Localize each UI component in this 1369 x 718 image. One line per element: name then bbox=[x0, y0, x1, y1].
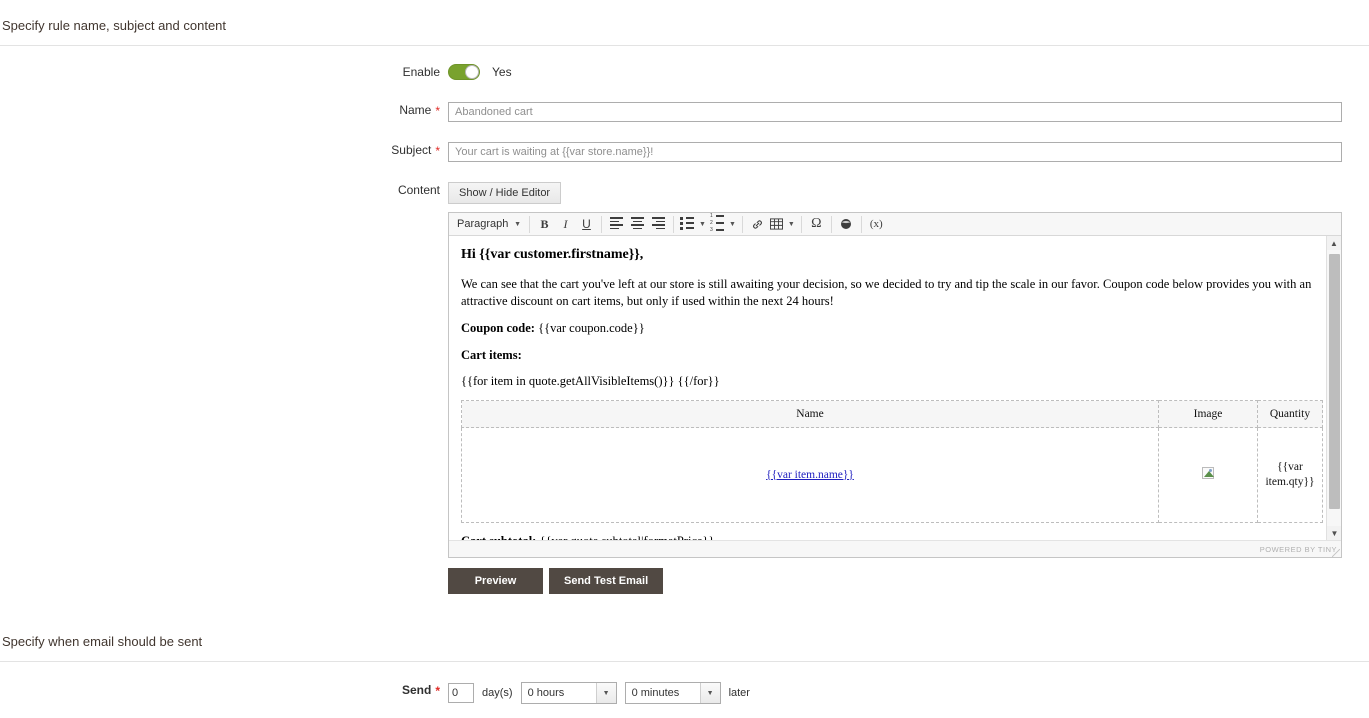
send-days-unit: day(s) bbox=[482, 687, 513, 699]
name-label: Name * bbox=[0, 102, 448, 119]
coupon-value: {{var coupon.code}} bbox=[534, 320, 645, 335]
italic-icon[interactable]: I bbox=[555, 215, 576, 234]
style-select[interactable]: Paragraph ▼ bbox=[451, 215, 525, 234]
toggle-knob bbox=[465, 65, 479, 79]
broken-image-icon bbox=[1202, 466, 1214, 479]
editor-powered-by: POWERED BY TINY bbox=[1259, 544, 1337, 554]
send-days-input[interactable] bbox=[448, 683, 474, 703]
table-icon[interactable]: ▼ bbox=[768, 215, 797, 234]
scroll-up-arrow-icon[interactable]: ▲ bbox=[1327, 236, 1341, 250]
subject-required-mark: * bbox=[435, 143, 440, 158]
align-center-icon[interactable] bbox=[627, 215, 648, 234]
item-name-link[interactable]: {{var item.name}} bbox=[766, 469, 854, 481]
content-label: Content bbox=[397, 183, 440, 197]
toolbar-divider bbox=[830, 215, 832, 233]
numbered-list-icon[interactable]: 1 2 3 ▼ bbox=[708, 213, 738, 234]
table-header-name: Name bbox=[461, 400, 1159, 429]
table-row: {{var item.name}} {{var item.qty}} bbox=[461, 427, 1323, 524]
widget-icon[interactable] bbox=[836, 215, 857, 234]
email-for-loop: {{for item in quote.getAllVisibleItems()… bbox=[461, 374, 720, 389]
chevron-down-icon: ▼ bbox=[514, 220, 521, 228]
email-paragraph: We can see that the cart you've left at … bbox=[461, 276, 1312, 308]
editor-body[interactable]: Hi {{var customer.firstname}}, We can se… bbox=[449, 236, 1341, 540]
chevron-down-icon: ▼ bbox=[699, 220, 706, 228]
show-hide-editor-button[interactable]: Show / Hide Editor bbox=[448, 182, 562, 204]
cart-items-table: Name Image Quantity {{var item.name}} {{… bbox=[461, 400, 1323, 524]
table-header-quantity: Quantity bbox=[1257, 400, 1323, 429]
send-label-text: Send bbox=[401, 683, 432, 697]
preview-button[interactable]: Preview bbox=[448, 568, 543, 594]
email-subtotal-line: Cart subtotal: {{var quote.subtotal|form… bbox=[461, 533, 1317, 540]
form-row-enable: Enable Yes bbox=[0, 64, 1369, 80]
variable-icon[interactable]: (x) bbox=[866, 215, 887, 234]
editor-scrollbar[interactable]: ▲ ▼ bbox=[1326, 236, 1341, 540]
editor-status-bar: POWERED BY TINY bbox=[449, 540, 1341, 557]
scrollbar-thumb[interactable] bbox=[1329, 254, 1340, 509]
section-header-schedule: Specify when email should be sent bbox=[0, 616, 1369, 662]
section-header-content: Specify rule name, subject and content bbox=[0, 0, 1369, 46]
bold-icon[interactable]: B bbox=[534, 215, 555, 234]
align-right-icon[interactable] bbox=[648, 215, 669, 234]
subject-label-text: Subject bbox=[391, 143, 432, 157]
send-hours-value: 0 hours bbox=[527, 687, 565, 699]
chevron-down-icon: ▼ bbox=[787, 220, 795, 228]
name-input[interactable] bbox=[448, 102, 1342, 122]
enable-toggle-wrap: Yes bbox=[448, 64, 1369, 80]
email-coupon-line: Coupon code: {{var coupon.code}} bbox=[461, 320, 1317, 337]
send-test-email-button[interactable]: Send Test Email bbox=[549, 568, 664, 594]
form-row-subject: Subject * bbox=[0, 142, 1369, 162]
table-cell-image bbox=[1158, 427, 1258, 524]
resize-grip-icon[interactable] bbox=[1332, 549, 1340, 557]
send-required-mark: * bbox=[435, 683, 440, 698]
toolbar-divider bbox=[860, 215, 862, 233]
subject-input[interactable] bbox=[448, 142, 1342, 162]
form-row-name: Name * bbox=[0, 102, 1369, 122]
editor-toolbar: Paragraph ▼ B I U ▼ 1 2 3 ▼ ▼ Ω (x) bbox=[449, 213, 1341, 236]
send-minutes-select[interactable]: 0 minutes ▼ bbox=[624, 682, 721, 704]
enable-toggle-value: Yes bbox=[492, 65, 512, 79]
form-row-send: Send* day(s) 0 hours ▼ 0 minutes ▼ later bbox=[0, 682, 1369, 704]
align-left-icon[interactable] bbox=[606, 215, 627, 234]
table-header-row: Name Image Quantity bbox=[461, 400, 1323, 429]
style-select-value: Paragraph bbox=[457, 218, 509, 230]
enable-toggle[interactable] bbox=[448, 64, 480, 80]
subject-label: Subject * bbox=[0, 142, 448, 159]
chevron-down-icon: ▼ bbox=[595, 683, 616, 703]
coupon-label: Coupon code: bbox=[461, 320, 535, 335]
editor-action-buttons: Preview Send Test Email bbox=[448, 568, 1369, 594]
editor-content-area[interactable]: Hi {{var customer.firstname}}, We can se… bbox=[449, 236, 1329, 540]
special-character-icon[interactable]: Ω bbox=[806, 215, 827, 234]
underline-icon[interactable]: U bbox=[576, 215, 597, 234]
name-label-text: Name bbox=[399, 103, 432, 117]
bullet-list-icon[interactable]: ▼ bbox=[678, 215, 708, 234]
form-row-content: Content Show / Hide Editor Paragraph ▼ B… bbox=[0, 182, 1369, 594]
link-icon[interactable] bbox=[747, 215, 768, 234]
email-greeting: Hi {{var customer.firstname}}, bbox=[461, 247, 644, 262]
name-required-mark: * bbox=[435, 103, 440, 118]
enable-label: Enable bbox=[402, 65, 440, 79]
cart-items-label: Cart items: bbox=[461, 347, 522, 362]
send-controls: day(s) 0 hours ▼ 0 minutes ▼ later bbox=[448, 682, 1369, 704]
send-label: Send * bbox=[0, 682, 448, 699]
chevron-down-icon: ▼ bbox=[699, 683, 720, 703]
toolbar-divider bbox=[800, 215, 802, 233]
wysiwyg-editor: Paragraph ▼ B I U ▼ 1 2 3 ▼ ▼ Ω (x) Hi {… bbox=[448, 212, 1342, 558]
toolbar-divider bbox=[529, 215, 530, 233]
toolbar-divider bbox=[741, 215, 743, 233]
chevron-down-icon: ▼ bbox=[728, 220, 736, 228]
send-minutes-value: 0 minutes bbox=[631, 687, 680, 699]
table-cell-quantity: {{var item.qty}} bbox=[1257, 427, 1323, 524]
scroll-down-arrow-icon[interactable]: ▼ bbox=[1327, 526, 1341, 540]
table-cell-name: {{var item.name}} bbox=[461, 427, 1159, 524]
toolbar-divider bbox=[601, 215, 602, 233]
toolbar-divider bbox=[673, 215, 674, 233]
email-cart-items-label: Cart items: bbox=[461, 347, 1317, 364]
table-header-image: Image bbox=[1158, 400, 1258, 429]
send-suffix-label: later bbox=[728, 687, 750, 699]
send-hours-select[interactable]: 0 hours ▼ bbox=[520, 682, 617, 704]
